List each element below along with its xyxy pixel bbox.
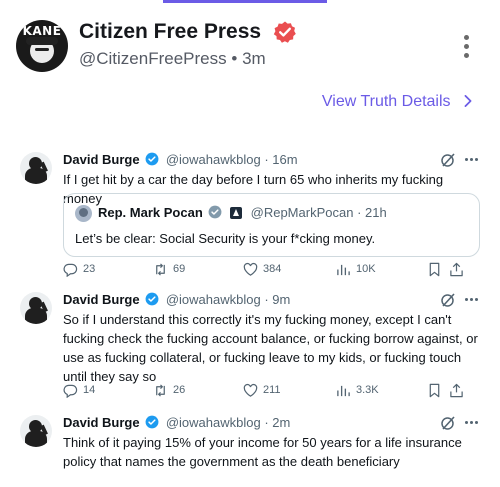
quoted-tweet[interactable]: Rep. Mark Pocan @RepMarkPocan · 21h Let’… bbox=[63, 193, 480, 257]
share-icon bbox=[450, 262, 463, 276]
verified-badge-icon bbox=[145, 292, 159, 306]
tweet-author-name[interactable]: David Burge bbox=[63, 292, 140, 307]
account-name-label: Citizen Free Press bbox=[79, 20, 262, 43]
reply-count: 14 bbox=[83, 384, 96, 396]
tweet-author-name[interactable]: David Burge bbox=[63, 415, 140, 430]
chevron-right-icon bbox=[464, 95, 472, 107]
reply-button[interactable]: 14 bbox=[63, 382, 95, 398]
quoted-author-name[interactable]: Rep. Mark Pocan bbox=[98, 205, 203, 220]
bar-chart-icon bbox=[337, 264, 350, 275]
views-button[interactable]: 3.3K bbox=[336, 382, 379, 398]
tweet-text: So if I understand this correctly it's m… bbox=[63, 312, 478, 384]
tweet-header: David Burge @iowahawkblog · 2m bbox=[63, 415, 291, 430]
bookmark-button[interactable] bbox=[427, 261, 442, 277]
verified-badge-icon bbox=[273, 21, 296, 44]
avatar[interactable] bbox=[20, 292, 52, 324]
avatar[interactable] bbox=[20, 415, 52, 447]
like-button[interactable]: 384 bbox=[243, 261, 281, 277]
tweet-actions: 23 69 384 10K bbox=[63, 261, 480, 277]
share-button[interactable] bbox=[449, 261, 464, 277]
tweet-actions: 14 26 211 3.3K bbox=[63, 382, 480, 398]
more-icon[interactable] bbox=[463, 298, 478, 301]
verified-badge-icon bbox=[145, 152, 159, 166]
tweet-author-handle[interactable]: @iowahawkblog bbox=[166, 415, 261, 430]
avatar-text: KANE bbox=[22, 24, 62, 38]
view-count: 10K bbox=[356, 263, 376, 275]
repost-count: 26 bbox=[173, 384, 186, 396]
tweet-author-handle[interactable]: @iowahawkblog bbox=[166, 292, 261, 307]
like-count: 211 bbox=[263, 384, 281, 396]
account-handle[interactable]: @CitizenFreePress bbox=[79, 49, 227, 68]
tweet-time[interactable]: 16m bbox=[272, 152, 297, 167]
tweet-author-handle[interactable]: @iowahawkblog bbox=[166, 152, 261, 167]
bar-chart-icon bbox=[337, 385, 350, 396]
tweet[interactable]: David Burge @iowahawkblog · 16m If I get… bbox=[20, 152, 480, 282]
view-details-label: View Truth Details bbox=[321, 93, 451, 110]
bookmark-button[interactable] bbox=[427, 382, 442, 398]
tweet-time[interactable]: 9m bbox=[272, 292, 290, 307]
tweet-top-actions bbox=[440, 292, 480, 308]
verified-badge-icon bbox=[145, 415, 159, 429]
avatar[interactable] bbox=[20, 152, 52, 184]
reply-icon bbox=[63, 384, 78, 398]
heart-icon bbox=[243, 262, 258, 276]
tweet[interactable]: David Burge @iowahawkblog · 2m Think of … bbox=[20, 415, 480, 475]
share-icon bbox=[450, 383, 463, 397]
repost-icon bbox=[156, 383, 165, 397]
tweet-text: Think of it paying 15% of your income fo… bbox=[63, 435, 462, 469]
government-badge-icon bbox=[230, 207, 243, 219]
tweet-time[interactable]: 2m bbox=[272, 415, 290, 430]
bookmark-icon bbox=[429, 383, 440, 397]
account-name[interactable]: Citizen Free Press bbox=[79, 20, 297, 44]
quoted-author-handle[interactable]: @RepMarkPocan bbox=[251, 205, 354, 220]
grok-icon[interactable] bbox=[440, 415, 456, 431]
heart-icon bbox=[243, 383, 258, 397]
avatar[interactable] bbox=[75, 205, 92, 222]
quoted-tweet-text: Let’s be clear: Social Security is your … bbox=[75, 231, 376, 246]
views-button[interactable]: 10K bbox=[336, 261, 376, 277]
post-age: 3m bbox=[242, 49, 266, 68]
repost-button[interactable]: 69 bbox=[153, 261, 185, 277]
progress-indicator bbox=[163, 0, 327, 3]
reply-icon bbox=[63, 263, 78, 277]
more-icon[interactable] bbox=[463, 421, 478, 424]
repost-icon bbox=[156, 262, 165, 276]
bookmark-icon bbox=[429, 262, 440, 276]
tweet-header: David Burge @iowahawkblog · 16m bbox=[63, 152, 298, 167]
tweet[interactable]: David Burge @iowahawkblog · 9m So if I u… bbox=[20, 292, 480, 400]
tweet-top-actions bbox=[440, 415, 480, 431]
tweet-author-name[interactable]: David Burge bbox=[63, 152, 140, 167]
more-icon[interactable] bbox=[463, 158, 478, 161]
like-button[interactable]: 211 bbox=[243, 382, 281, 398]
tweet-header: David Burge @iowahawkblog · 9m bbox=[63, 292, 291, 307]
verified-badge-icon bbox=[208, 205, 222, 219]
reply-count: 23 bbox=[83, 263, 96, 275]
account-handle-line: @CitizenFreePress • 3m bbox=[79, 49, 266, 68]
quoted-time[interactable]: 21h bbox=[365, 205, 387, 220]
account-avatar[interactable]: KANE bbox=[16, 20, 68, 72]
more-options-icon[interactable] bbox=[464, 35, 470, 61]
reply-button[interactable]: 23 bbox=[63, 261, 95, 277]
view-details-link[interactable]: View Truth Details bbox=[322, 93, 473, 111]
quoted-tweet-header: Rep. Mark Pocan @RepMarkPocan · 21h bbox=[98, 205, 387, 220]
grok-icon[interactable] bbox=[440, 292, 456, 308]
like-count: 384 bbox=[263, 263, 282, 275]
share-button[interactable] bbox=[449, 382, 464, 398]
grok-icon[interactable] bbox=[440, 152, 456, 168]
repost-count: 69 bbox=[173, 263, 186, 275]
post-header: KANE Citizen Free Press @CitizenFreePres… bbox=[16, 14, 484, 74]
repost-button[interactable]: 26 bbox=[153, 382, 185, 398]
view-count: 3.3K bbox=[356, 384, 379, 396]
tweet-top-actions bbox=[440, 152, 480, 168]
